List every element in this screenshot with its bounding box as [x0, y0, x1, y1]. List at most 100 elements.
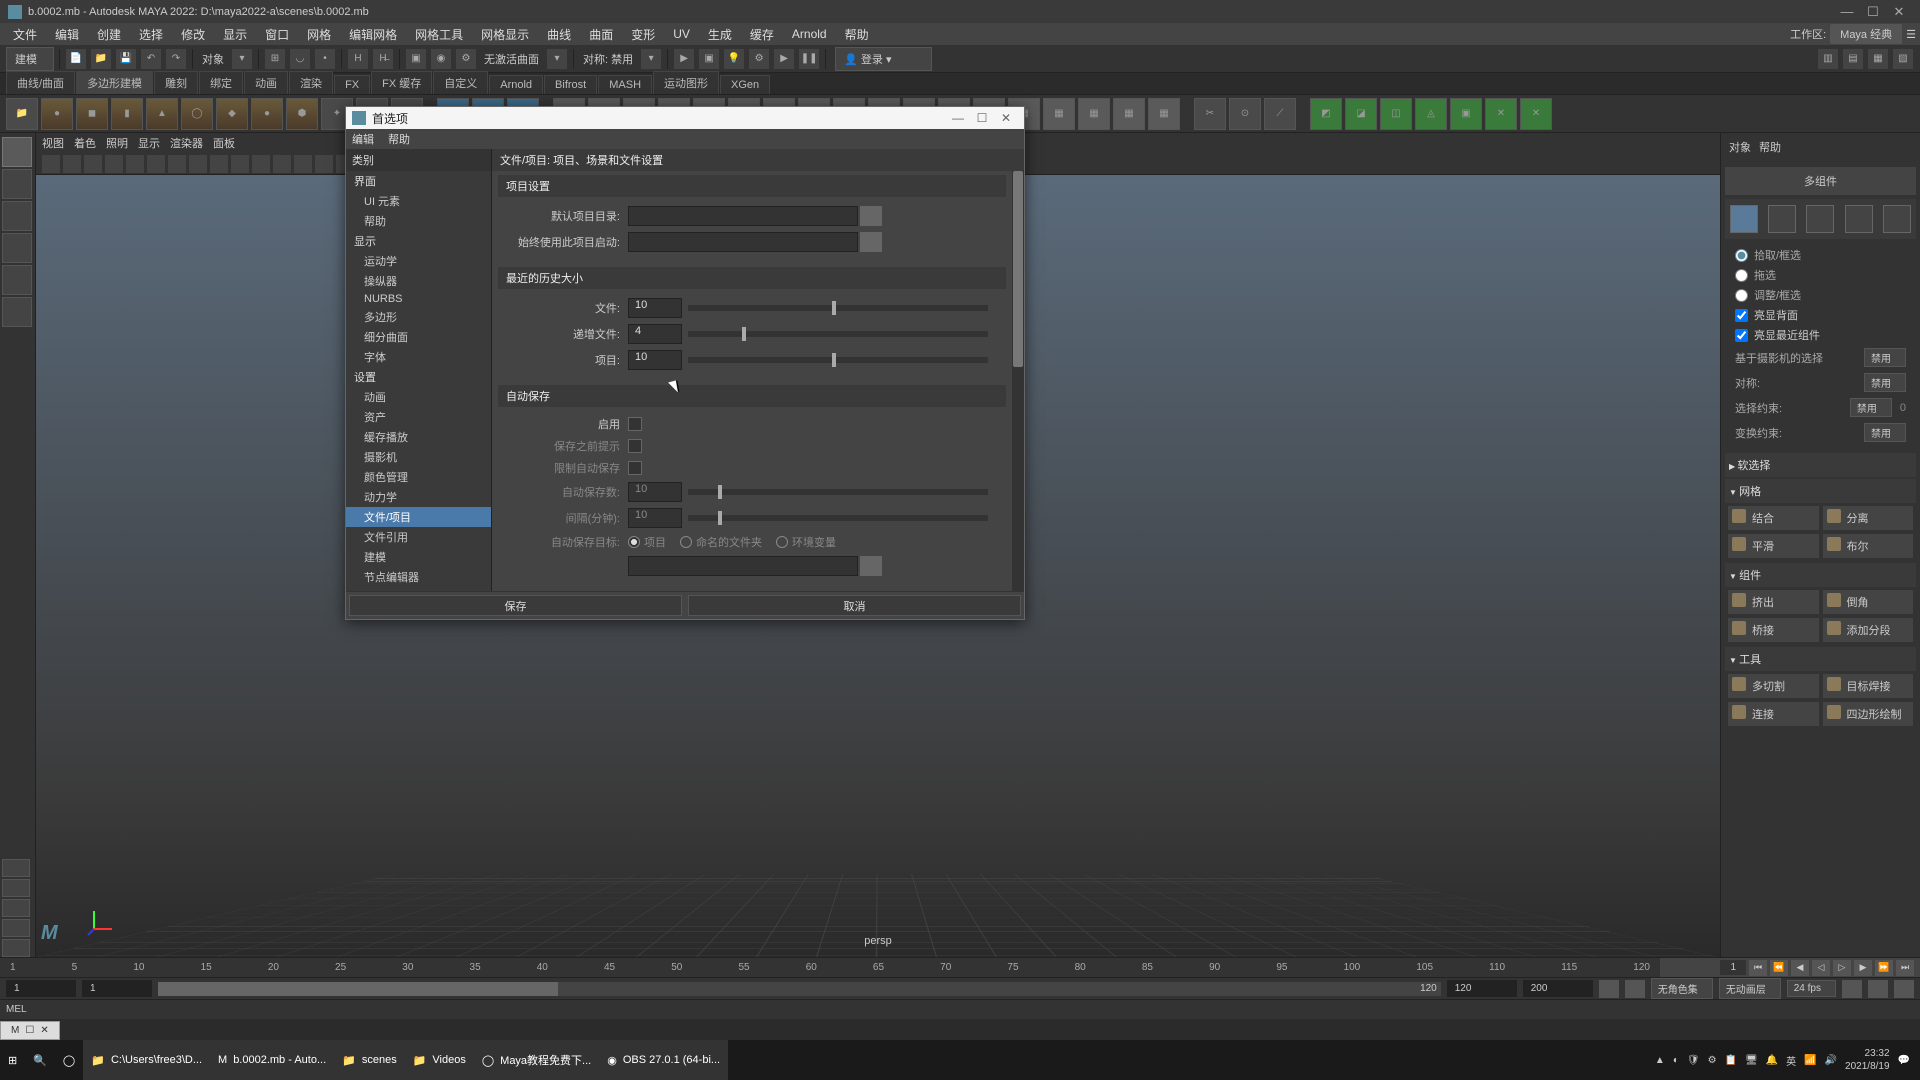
- shelf-tab-poly[interactable]: 多边形建模: [76, 71, 153, 94]
- tray-volume-icon[interactable]: 🔊: [1825, 1055, 1837, 1066]
- pause-icon[interactable]: ❚❚: [798, 48, 820, 70]
- maximize-button[interactable]: ☐: [1860, 2, 1886, 22]
- prefs-icon[interactable]: [1894, 980, 1914, 998]
- pref-cat-UI 元素[interactable]: UI 元素: [346, 191, 491, 211]
- panel-tool-2[interactable]: [63, 155, 81, 173]
- shelf-cylinder-icon[interactable]: ▮: [111, 98, 143, 130]
- mode-uv-icon[interactable]: [1883, 205, 1911, 233]
- workspace-selector[interactable]: Maya 经典: [1830, 24, 1902, 44]
- shelf-folder-icon[interactable]: 📁: [6, 98, 38, 130]
- shelf-op17-icon[interactable]: ▦: [1113, 98, 1145, 130]
- time-slider[interactable]: 1510152025303540455055606570758085909510…: [0, 957, 1660, 977]
- open-scene-icon[interactable]: 📁: [90, 48, 112, 70]
- pref-cat-建模[interactable]: 建模: [346, 547, 491, 567]
- panel-tool-11[interactable]: [252, 155, 270, 173]
- goto-end-icon[interactable]: ⏭: [1896, 960, 1914, 976]
- menu-help[interactable]: 帮助: [836, 26, 878, 43]
- default-dir-browse[interactable]: [860, 206, 882, 226]
- shelf-tab-anim[interactable]: 动画: [244, 71, 288, 94]
- shelf-target-weld-icon[interactable]: ⊙: [1229, 98, 1261, 130]
- panel-shading[interactable]: 着色: [74, 135, 96, 151]
- extrude-button[interactable]: 挤出: [1727, 589, 1820, 615]
- selection-mask-dropdown[interactable]: ▾: [231, 48, 253, 70]
- shelf-tab-mash[interactable]: MASH: [598, 75, 652, 94]
- key-icon[interactable]: [1599, 980, 1619, 998]
- panel-tool-6[interactable]: [147, 155, 165, 173]
- sidebar-toggle-2[interactable]: ▤: [1842, 48, 1864, 70]
- step-back-key-icon[interactable]: ⏪: [1770, 960, 1788, 976]
- pref-cat-缓存播放[interactable]: 缓存播放: [346, 427, 491, 447]
- layout-outliner[interactable]: [2, 939, 30, 957]
- audio-icon[interactable]: [1868, 980, 1888, 998]
- shelf-torus-icon[interactable]: ◯: [181, 98, 213, 130]
- lasso-tool[interactable]: [2, 169, 32, 199]
- cam-select-dropdown[interactable]: 禁用: [1864, 348, 1906, 367]
- shelf-sphere-icon[interactable]: ●: [41, 98, 73, 130]
- panel-tool-9[interactable]: [210, 155, 228, 173]
- pref-titlebar[interactable]: 首选项 — ☐ ✕: [346, 107, 1024, 129]
- panel-tool-14[interactable]: [315, 155, 333, 173]
- pref-category-list[interactable]: 类别 界面UI 元素帮助显示运动学操纵器NURBS多边形细分曲面字体设置动画资产…: [346, 149, 492, 591]
- tray-icon-3[interactable]: ⚙: [1708, 1055, 1717, 1066]
- bridge-button[interactable]: 桥接: [1727, 617, 1820, 643]
- menu-display[interactable]: 显示: [214, 26, 256, 43]
- pref-cat-字体[interactable]: 字体: [346, 347, 491, 367]
- menu-editmesh[interactable]: 编辑网格: [340, 26, 406, 43]
- range-start[interactable]: 1: [6, 980, 76, 997]
- channelbox-help-tab[interactable]: 帮助: [1759, 139, 1781, 155]
- pref-cat-颜色管理[interactable]: 颜色管理: [346, 467, 491, 487]
- panel-panels[interactable]: 面板: [213, 135, 235, 151]
- tray-icon-1[interactable]: ◐: [1673, 1055, 1679, 1066]
- pref-minimize[interactable]: —: [946, 111, 970, 125]
- rotate-tool[interactable]: [2, 265, 32, 295]
- panel-view[interactable]: 视图: [42, 135, 64, 151]
- shelf-op16-icon[interactable]: ▦: [1078, 98, 1110, 130]
- shelf-quaddraw-icon[interactable]: ◩: [1310, 98, 1342, 130]
- shelf-tab-bifrost[interactable]: Bifrost: [544, 75, 597, 94]
- pref-cat-界面[interactable]: 界面: [346, 171, 491, 191]
- files-input[interactable]: 10: [628, 298, 682, 318]
- multicut-button[interactable]: 多切割: [1727, 673, 1820, 699]
- shelf-tab-motion[interactable]: 运动图形: [653, 71, 719, 94]
- shelf-cube-icon[interactable]: ◼: [76, 98, 108, 130]
- transform-constraint-dropdown[interactable]: 禁用: [1864, 423, 1906, 442]
- save-button[interactable]: 保存: [349, 595, 682, 616]
- symmetry-dropdown[interactable]: ▾: [640, 48, 662, 70]
- shelf-smooth-icon[interactable]: ◫: [1380, 98, 1412, 130]
- shelf-bevel-icon[interactable]: ◬: [1415, 98, 1447, 130]
- shelf-tab-fx[interactable]: FX: [334, 75, 370, 94]
- panel-tool-13[interactable]: [294, 155, 312, 173]
- task-maya[interactable]: M b.0002.mb - Auto...: [210, 1040, 334, 1080]
- tray-ime-icon[interactable]: 英: [1786, 1053, 1796, 1068]
- shelf-plane-icon[interactable]: ◆: [216, 98, 248, 130]
- quaddraw-button[interactable]: 四边形绘制: [1822, 701, 1915, 727]
- pref-cat-运动学[interactable]: 运动学: [346, 251, 491, 271]
- pref-menu-edit[interactable]: 编辑: [352, 131, 374, 147]
- bevel-button[interactable]: 倒角: [1822, 589, 1915, 615]
- snap-curve-icon[interactable]: ◡: [289, 48, 311, 70]
- task-scenes[interactable]: 📁 scenes: [334, 1040, 405, 1080]
- soft-select-section[interactable]: 软选择: [1725, 453, 1916, 477]
- range-end[interactable]: 200: [1523, 980, 1593, 997]
- loop-icon[interactable]: [1842, 980, 1862, 998]
- start-button[interactable]: ⊞: [0, 1040, 25, 1080]
- render-icon[interactable]: ▣: [405, 48, 427, 70]
- tray-up-icon[interactable]: ▲: [1655, 1055, 1665, 1066]
- smooth-button[interactable]: 平滑: [1727, 533, 1820, 559]
- layout-single[interactable]: [2, 859, 30, 877]
- menu-cache[interactable]: 缓存: [741, 26, 783, 43]
- panel-tool-10[interactable]: [231, 155, 249, 173]
- pref-close[interactable]: ✕: [994, 111, 1018, 125]
- pref-cat-多边形[interactable]: 多边形: [346, 307, 491, 327]
- shelf-g7-icon[interactable]: ✕: [1520, 98, 1552, 130]
- tray-icon-2[interactable]: 🛡: [1687, 1055, 1700, 1066]
- command-line[interactable]: MEL: [0, 999, 1920, 1019]
- menu-edit[interactable]: 编辑: [46, 26, 88, 43]
- tray-icon-4[interactable]: 📋: [1725, 1055, 1737, 1066]
- sidebar-toggle-1[interactable]: ▥: [1817, 48, 1839, 70]
- pref-cat-文件/项目[interactable]: 文件/项目: [346, 507, 491, 527]
- separate-button[interactable]: 分离: [1822, 505, 1915, 531]
- pref-cat-摄影机[interactable]: 摄影机: [346, 447, 491, 467]
- task-view-button[interactable]: ◯: [55, 1040, 83, 1080]
- panel-tool-1[interactable]: [42, 155, 60, 173]
